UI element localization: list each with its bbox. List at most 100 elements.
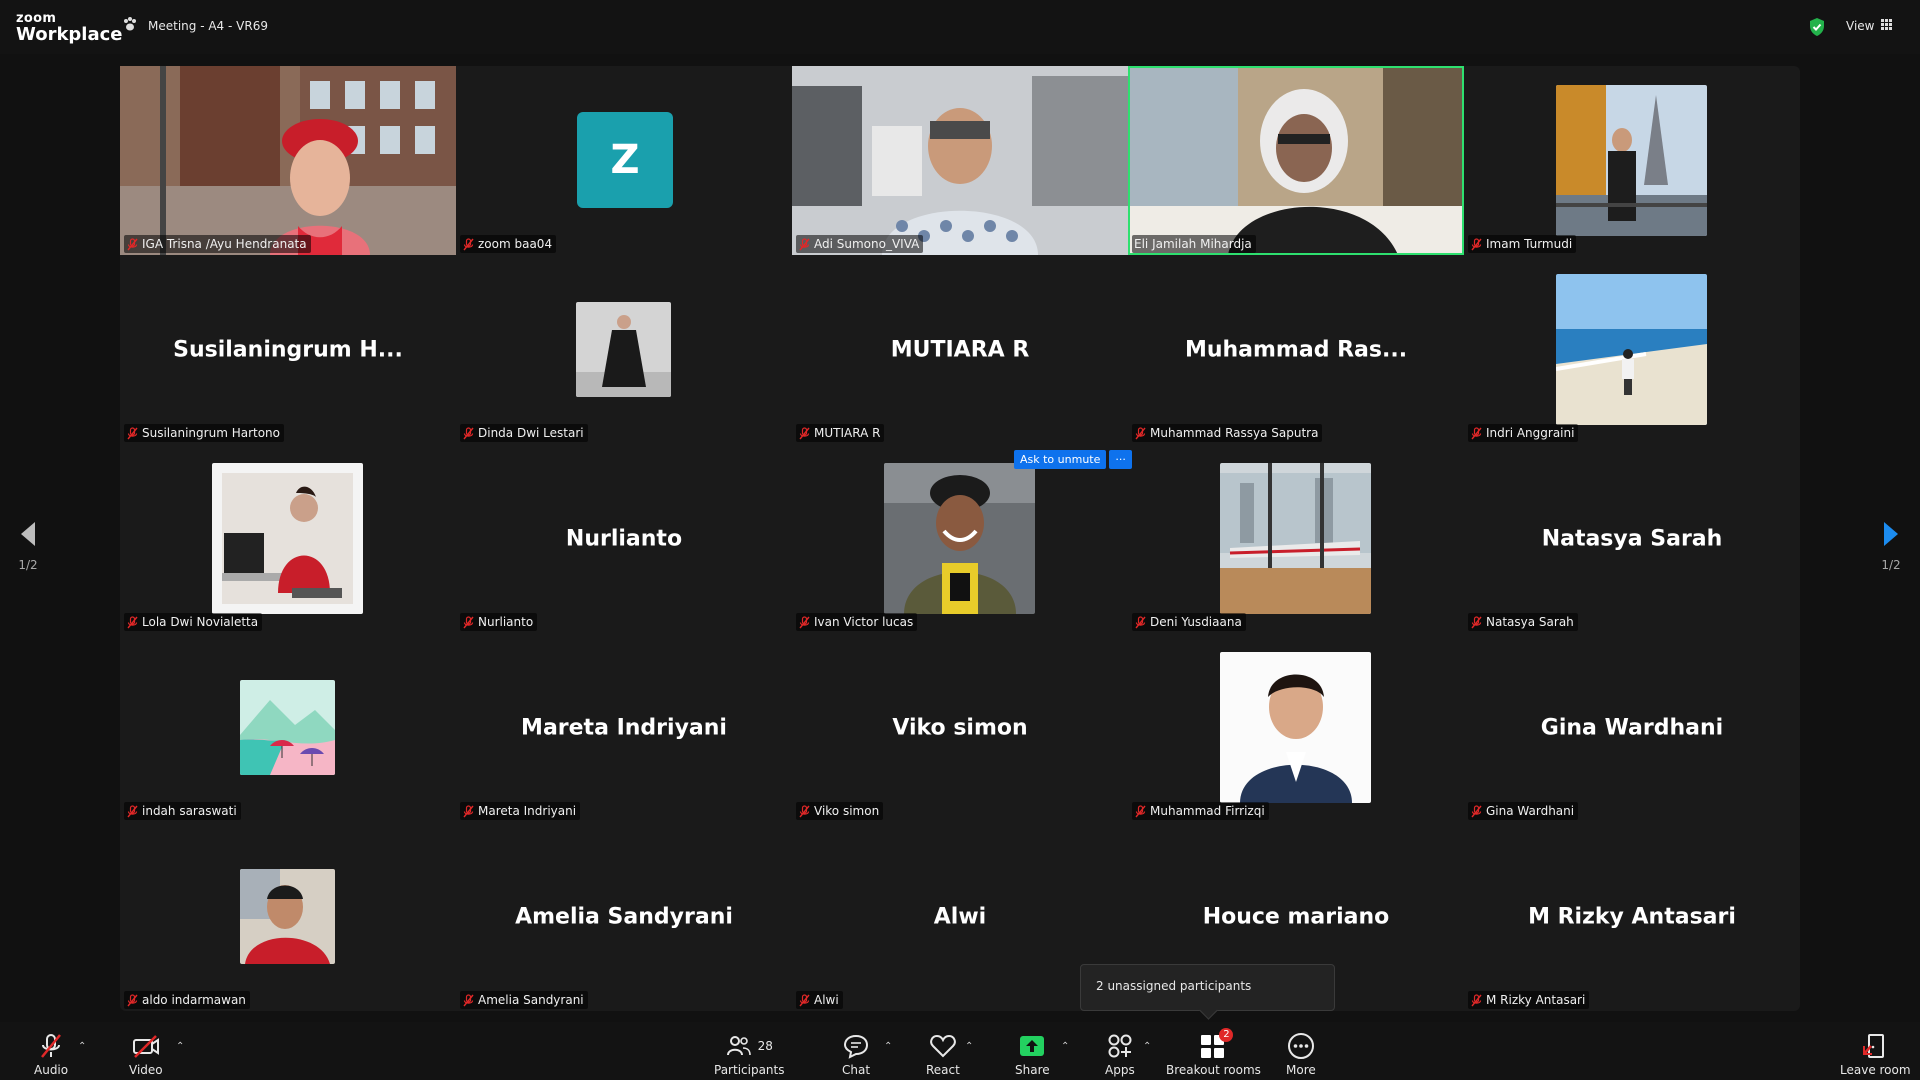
participant-tile[interactable]: Gina Wardhani Gina Wardhani — [1464, 633, 1800, 822]
participant-display-name: Nurlianto — [565, 526, 683, 551]
participant-name-label: IGA Trisna /Ayu Hendranata — [124, 235, 311, 253]
leave-door-icon — [1863, 1034, 1885, 1058]
share-screen-icon — [1020, 1036, 1045, 1056]
chat-options-caret[interactable]: ⌃ — [884, 1041, 892, 1052]
participant-display-name: Amelia Sandyrani — [515, 904, 733, 929]
participant-tile[interactable]: Zzoom baa04 — [456, 66, 792, 255]
participant-tile[interactable]: Amelia Sandyrani Amelia Sandyrani — [456, 822, 792, 1011]
react-button[interactable]: React — [926, 1031, 960, 1077]
participant-name-label: zoom baa04 — [460, 235, 557, 253]
more-button[interactable]: More — [1286, 1031, 1316, 1077]
participant-name: Adi Sumono_VIVA — [814, 237, 920, 251]
participant-tile[interactable]: Natasya Sarah Natasya Sarah — [1464, 444, 1800, 633]
zoom-logo: zoom Workplace — [16, 12, 123, 44]
participant-tile[interactable]: Deni Yusdiaana — [1128, 444, 1464, 633]
participant-display-name: Mareta Indriyani — [521, 715, 727, 740]
chevron-left-icon — [21, 522, 35, 546]
participant-tile[interactable]: Lola Dwi Novialetta — [120, 444, 456, 633]
share-options-caret[interactable]: ⌃ — [1061, 1041, 1069, 1052]
participant-display-name: Muhammad Ras... — [1184, 337, 1408, 362]
participant-tile[interactable]: Alwi Alwi — [792, 822, 1128, 1011]
muted-mic-icon — [463, 615, 474, 628]
participant-name-label: aldo indarmawan — [124, 991, 250, 1009]
participant-name: Susilaningrum Hartono — [142, 426, 281, 440]
video-options-caret[interactable]: ⌃ — [176, 1041, 184, 1052]
logo-line2: Workplace — [16, 24, 123, 45]
participant-tile[interactable]: Mareta Indriyani Mareta Indriyani — [456, 633, 792, 822]
share-button[interactable]: Share — [1015, 1031, 1050, 1077]
chat-label: Chat — [842, 1063, 871, 1077]
video-button[interactable]: Video — [129, 1031, 163, 1077]
participant-tile[interactable]: IGA Trisna /Ayu Hendranata — [120, 66, 456, 255]
chat-button[interactable]: Chat — [842, 1031, 870, 1077]
participant-tile[interactable]: Indri Anggraini — [1464, 255, 1800, 444]
muted-mic-icon — [463, 237, 474, 250]
participant-name-label: M Rizky Antasari — [1468, 991, 1590, 1009]
apps-button[interactable]: Apps — [1105, 1031, 1135, 1077]
prev-page[interactable]: 1/2 — [8, 520, 48, 572]
view-label: View — [1846, 19, 1875, 33]
participant-name: Eli Jamilah Mihardja — [1134, 237, 1252, 251]
muted-mic-icon — [799, 804, 810, 817]
leave-label: Leave room — [1840, 1063, 1911, 1077]
participant-tile[interactable]: Susilaningrum H... Susilaningrum Hartono — [120, 255, 456, 444]
participants-count: 28 — [757, 1039, 773, 1053]
leave-room-button[interactable]: Leave room — [1840, 1031, 1911, 1077]
participant-tile[interactable]: M Rizky Antasari M Rizky Antasari — [1464, 822, 1800, 1011]
share-label: Share — [1015, 1063, 1050, 1077]
tile-more-button[interactable]: ··· — [1109, 450, 1132, 469]
security-shield-icon[interactable] — [1808, 17, 1826, 41]
more-icon — [1287, 1033, 1314, 1059]
react-label: React — [926, 1063, 960, 1077]
participant-tile[interactable]: Eli Jamilah Mihardja — [1128, 66, 1464, 255]
paw-icon — [122, 16, 138, 35]
participant-tile[interactable]: Adi Sumono_VIVA — [792, 66, 1128, 255]
page-indicator-left: 1/2 — [18, 558, 38, 572]
participant-tile[interactable]: Imam Turmudi — [1464, 66, 1800, 255]
participants-button[interactable]: 28 Participants — [714, 1031, 785, 1077]
breakout-rooms-button[interactable]: 2 Breakout rooms — [1166, 1028, 1261, 1077]
muted-mic-icon — [463, 426, 474, 439]
ask-to-unmute-button[interactable]: Ask to unmute — [1014, 450, 1107, 469]
participant-tile[interactable]: Nurlianto Nurlianto — [456, 444, 792, 633]
profile-picture — [884, 463, 1035, 614]
participant-tile[interactable]: Muhammad Ras... Muhammad Rassya Saputra — [1128, 255, 1464, 444]
participant-name-label: Mareta Indriyani — [460, 802, 581, 820]
profile-picture — [212, 463, 363, 614]
participant-tile[interactable]: aldo indarmawan — [120, 822, 456, 1011]
participant-name-label: Deni Yusdiaana — [1132, 613, 1246, 631]
participant-name-label: Viko simon — [796, 802, 884, 820]
breakout-label: Breakout rooms — [1166, 1063, 1261, 1077]
participant-tile[interactable]: Ivan Victor lucas — [792, 444, 1128, 633]
participant-name: indah saraswati — [142, 804, 237, 818]
heart-icon — [930, 1034, 956, 1058]
participant-name-label: Adi Sumono_VIVA — [796, 235, 924, 253]
audio-button[interactable]: Audio — [34, 1031, 68, 1077]
muted-mic-icon — [1471, 237, 1482, 250]
view-button[interactable]: View — [1846, 19, 1893, 33]
muted-mic-icon — [799, 426, 810, 439]
profile-picture — [240, 869, 335, 964]
participant-tile[interactable]: Dinda Dwi Lestari — [456, 255, 792, 444]
participant-name-label: Muhammad Firrizqi — [1132, 802, 1269, 820]
muted-mic-icon — [1471, 804, 1482, 817]
unassigned-participants-popup[interactable]: 2 unassigned participants — [1080, 964, 1335, 1011]
next-page[interactable]: 1/2 — [1871, 520, 1911, 572]
participant-video — [1128, 66, 1464, 255]
participant-tile[interactable]: Muhammad Firrizqi — [1128, 633, 1464, 822]
participant-tile[interactable]: MUTIARA R MUTIARA R — [792, 255, 1128, 444]
participant-name: Dinda Dwi Lestari — [478, 426, 584, 440]
meeting-toolbar: Audio ⌃ Video ⌃ 28 Participants Chat ⌃ R… — [0, 1022, 1920, 1080]
participant-name: Ivan Victor lucas — [814, 615, 914, 629]
participant-name: Nurlianto — [478, 615, 534, 629]
apps-options-caret[interactable]: ⌃ — [1143, 1041, 1151, 1052]
react-options-caret[interactable]: ⌃ — [965, 1041, 973, 1052]
participant-display-name: Houce mariano — [1202, 904, 1390, 929]
profile-picture — [1556, 85, 1707, 236]
page-indicator-right: 1/2 — [1881, 558, 1901, 572]
grid-icon — [1881, 19, 1893, 33]
audio-options-caret[interactable]: ⌃ — [78, 1041, 86, 1052]
participant-tile[interactable]: Viko simon Viko simon — [792, 633, 1128, 822]
meeting-info[interactable]: Meeting - A4 - VR69 — [122, 16, 268, 35]
participant-tile[interactable]: indah saraswati — [120, 633, 456, 822]
